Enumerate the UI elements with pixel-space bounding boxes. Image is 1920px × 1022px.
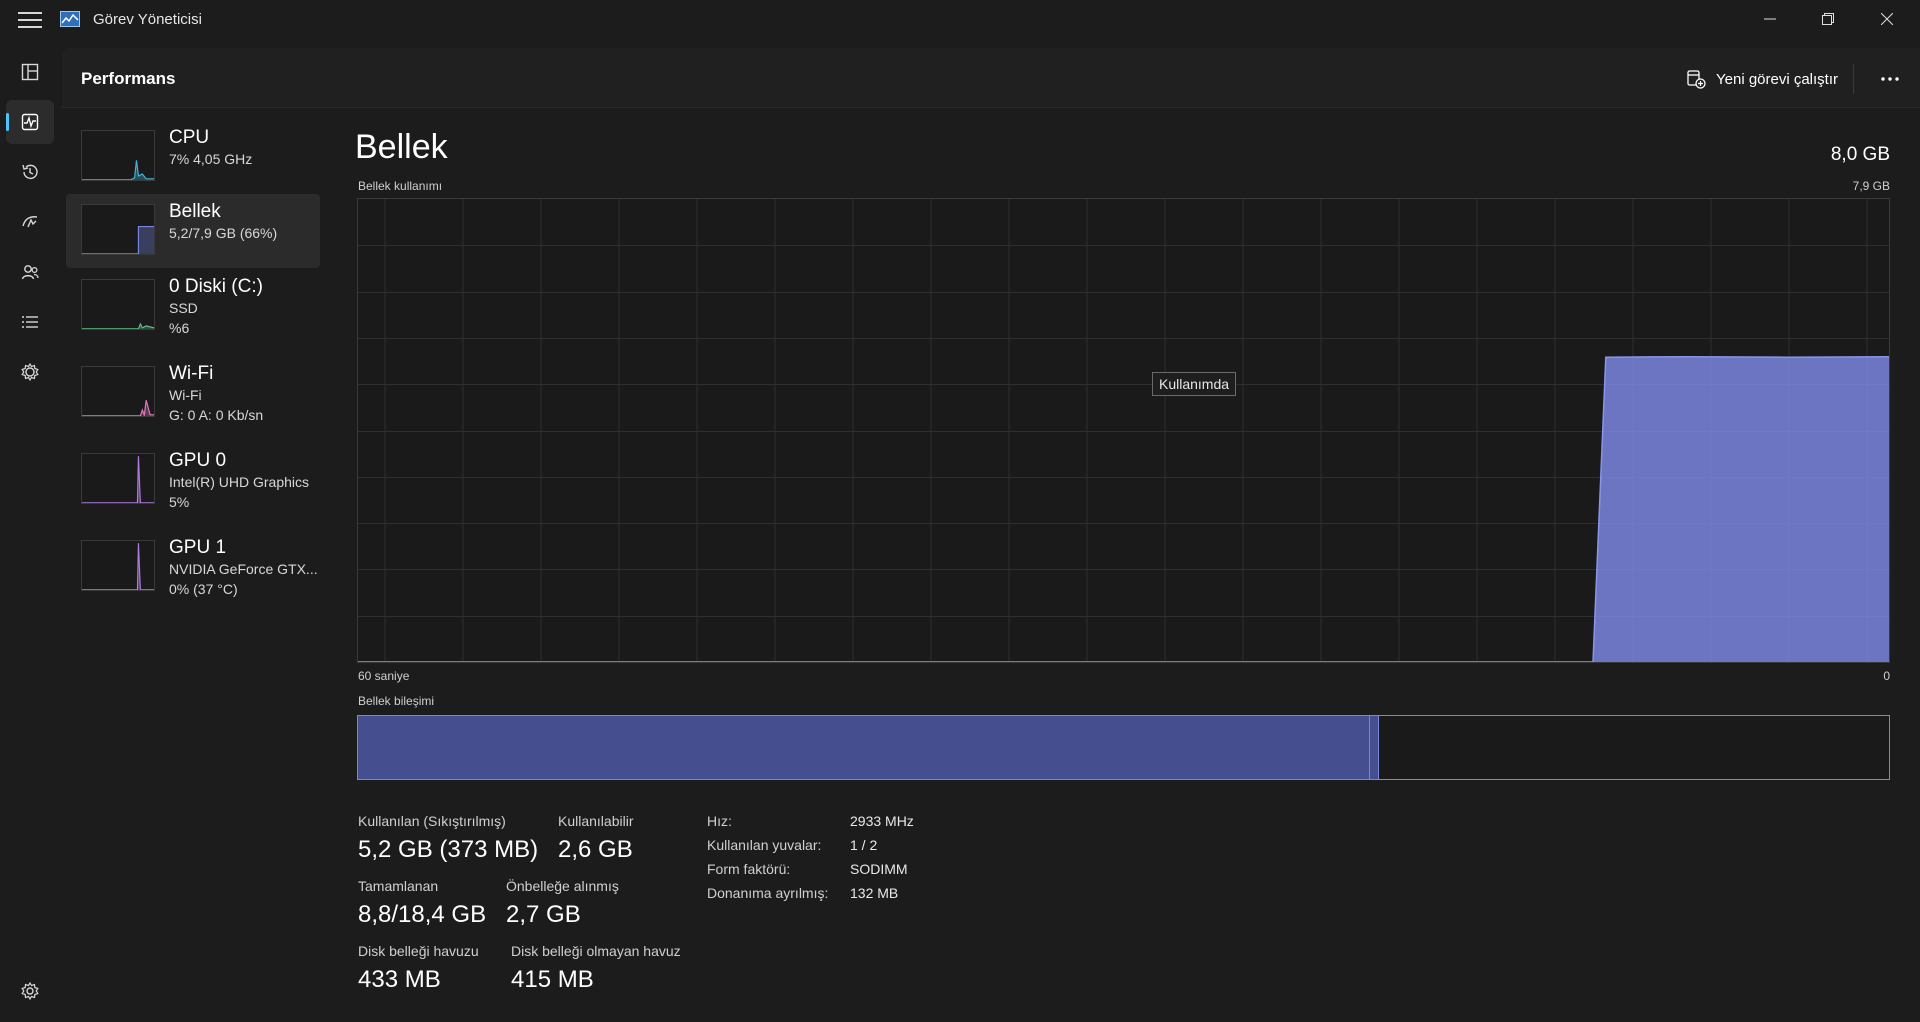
processes-icon: [21, 63, 39, 81]
in-use-label: Kullanılan (Sıkıştırılmış): [358, 813, 506, 829]
services-icon: [21, 362, 39, 382]
window-title: Görev Yöneticisi: [93, 11, 202, 28]
nav-processes[interactable]: [6, 50, 54, 94]
cached-label: Önbelleğe alınmış: [506, 878, 619, 894]
users-icon: [21, 265, 39, 280]
resource-name: GPU 0: [169, 450, 227, 471]
nav-services[interactable]: [6, 350, 54, 394]
resource-thumbnail: [81, 130, 155, 181]
nav-details[interactable]: [6, 300, 54, 344]
close-icon: [1881, 13, 1893, 25]
committed-value: 8,8/18,4 GB: [358, 901, 487, 928]
resource-item-wi-fi[interactable]: Wi-Fi Wi-Fi G: 0 A: 0 Kb/sn: [66, 356, 320, 430]
task-manager-app-icon: [60, 11, 80, 27]
navigation-rail: [0, 40, 62, 1022]
minimize-button[interactable]: [1740, 0, 1800, 38]
menu-icon[interactable]: [18, 12, 42, 30]
nav-performance[interactable]: [6, 100, 54, 144]
slots-used-label: Kullanılan yuvalar:: [707, 837, 822, 853]
title-bar: Görev Yöneticisi: [0, 0, 1920, 40]
resource-detail-line2: G: 0 A: 0 Kb/sn: [169, 407, 264, 423]
in-use-value: 5,2 GB (373 MB): [358, 836, 539, 863]
resource-item-bellek[interactable]: Bellek 5,2/7,9 GB (66%): [66, 194, 320, 268]
cached-value: 2,7 GB: [506, 901, 581, 928]
speed-value: 2933 MHz: [850, 813, 914, 829]
resource-detail-line2: 5%: [169, 494, 190, 510]
memory-usage-graph: [357, 198, 1890, 663]
resource-detail-line1: NVIDIA GeForce GTX...: [169, 561, 318, 577]
main-panel: Performans Yeni görevi çalıştır CPU 7% 4,…: [62, 48, 1920, 1022]
form-factor-label: Form faktörü:: [707, 861, 791, 877]
minimize-icon: [1764, 18, 1776, 20]
paged-pool-label: Disk belleği havuzu: [358, 943, 479, 959]
resource-thumbnail: [81, 279, 155, 330]
in-use-tooltip: Kullanımda: [1152, 372, 1237, 396]
header-divider: [1853, 64, 1854, 94]
detail-total-memory: 8,0 GB: [1830, 144, 1890, 165]
memory-usage-chart: [358, 199, 1890, 663]
resource-item-cpu[interactable]: CPU 7% 4,05 GHz: [66, 120, 320, 194]
resource-item-gpu-0[interactable]: GPU 0 Intel(R) UHD Graphics 5%: [66, 443, 320, 517]
time-right-label: 0: [1883, 669, 1890, 683]
close-button[interactable]: [1857, 0, 1917, 38]
nav-settings[interactable]: [6, 969, 54, 1013]
run-new-task-label: Yeni görevi çalıştır: [1716, 70, 1839, 88]
usage-max-label: 7,9 GB: [1852, 179, 1890, 193]
run-new-task-button[interactable]: Yeni görevi çalıştır: [1686, 64, 1838, 94]
page-title: Performans: [81, 69, 176, 88]
hardware-reserved-label: Donanıma ayrılmış:: [707, 885, 829, 901]
slots-used-value: 1 / 2: [850, 837, 878, 853]
startup-apps-icon: [22, 216, 38, 228]
form-factor-value: SODIMM: [850, 861, 908, 877]
more-icon: [1881, 77, 1899, 81]
resource-item-gpu-1[interactable]: GPU 1 NVIDIA GeForce GTX... 0% (37 °C): [66, 530, 320, 604]
restore-icon: [1822, 13, 1834, 25]
speed-label: Hız:: [707, 813, 732, 829]
paged-pool-value: 433 MB: [358, 966, 441, 993]
detail-title: Bellek: [355, 128, 448, 166]
resource-thumbnail: [81, 204, 155, 255]
hardware-reserved-value: 132 MB: [850, 885, 899, 901]
settings-icon: [21, 981, 39, 1001]
nonpaged-pool-label: Disk belleği olmayan havuz: [511, 943, 681, 959]
resource-name: GPU 1: [169, 537, 227, 558]
run-new-task-icon: [1687, 70, 1706, 89]
time-left-label: 60 saniye: [358, 669, 410, 683]
resource-thumbnail: [81, 453, 155, 504]
resource-detail-line1: 7% 4,05 GHz: [169, 151, 253, 167]
nav-users[interactable]: [6, 250, 54, 294]
resource-detail-line1: SSD: [169, 300, 198, 316]
available-label: Kullanılabilir: [558, 813, 634, 829]
resource-thumbnail: [81, 366, 155, 418]
resource-detail-line1: Intel(R) UHD Graphics: [169, 474, 310, 490]
resource-detail-line2: 0% (37 °C): [169, 581, 238, 597]
resource-name: Wi-Fi: [169, 363, 214, 384]
details-icon: [22, 316, 38, 328]
resource-detail-line1: Wi-Fi: [169, 387, 202, 403]
committed-label: Tamamlanan: [358, 878, 439, 894]
restore-button[interactable]: [1798, 0, 1858, 38]
memory-composition-bar: [357, 715, 1890, 780]
app-history-icon: [22, 164, 38, 180]
nav-app-history[interactable]: [6, 150, 54, 194]
usage-label: Bellek kullanımı: [358, 179, 443, 193]
nav-startup-apps[interactable]: [6, 200, 54, 244]
page-header: Performans Yeni görevi çalıştır: [62, 48, 1920, 108]
nonpaged-pool-value: 415 MB: [511, 966, 594, 993]
resource-detail-line1: 5,2/7,9 GB (66%): [169, 225, 278, 241]
composition-label: Bellek bileşimi: [358, 694, 435, 708]
performance-icon: [21, 113, 39, 131]
composition-in-use: [358, 716, 1370, 779]
resource-thumbnail: [81, 540, 155, 591]
resource-name: 0 Diski (C:): [169, 276, 263, 297]
resource-name: Bellek: [169, 201, 221, 222]
resource-item-0-diski-c[interactable]: 0 Diski (C:) SSD %6: [66, 269, 320, 343]
more-options-button[interactable]: [1870, 64, 1910, 94]
composition-modified: [1370, 716, 1379, 779]
resource-detail-line2: %6: [169, 320, 190, 336]
available-value: 2,6 GB: [558, 836, 633, 863]
resource-name: CPU: [169, 127, 210, 148]
